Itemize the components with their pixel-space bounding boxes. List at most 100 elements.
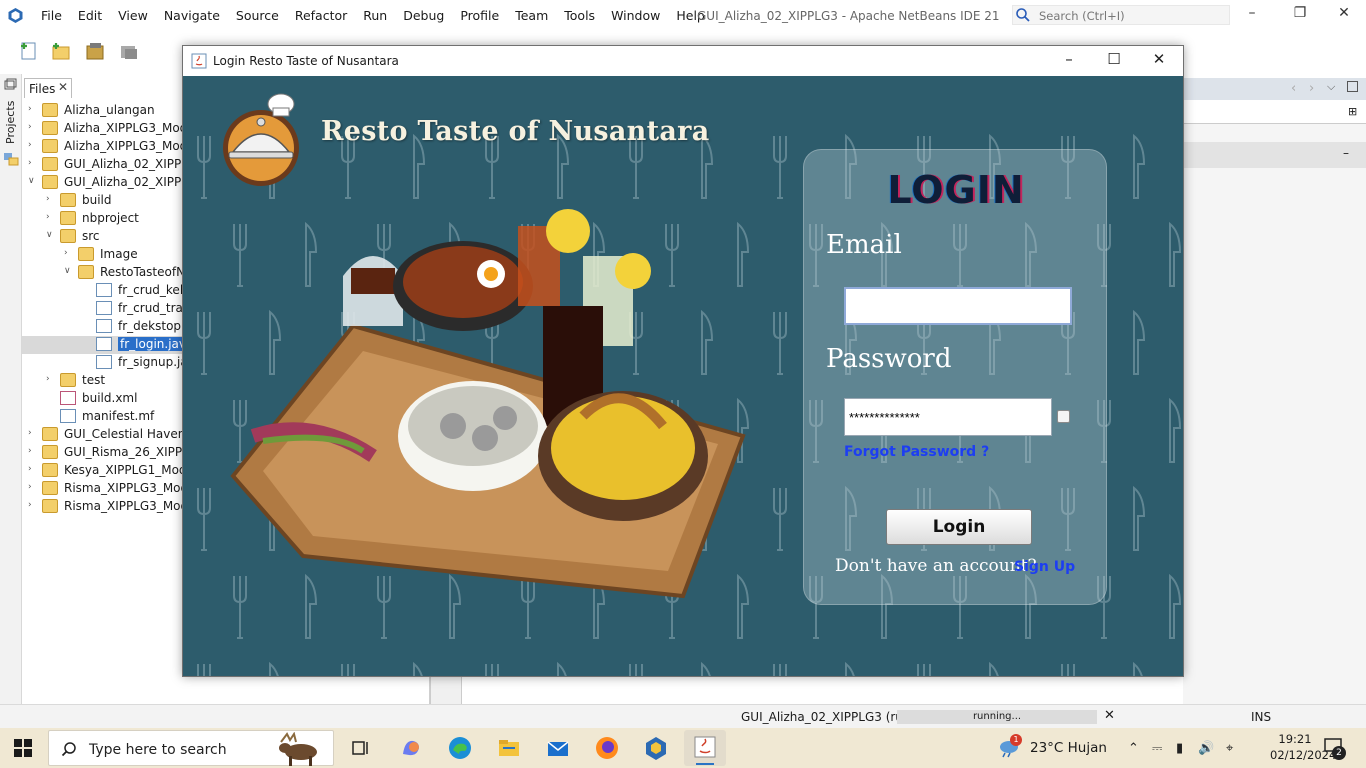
password-field[interactable]: [844, 398, 1052, 436]
chevron-right-icon[interactable]: ›: [46, 194, 50, 204]
projects-side-tab[interactable]: Projects: [4, 101, 17, 144]
java-app-icon: [191, 53, 207, 69]
chevron-right-icon[interactable]: ›: [28, 158, 32, 168]
mail-icon[interactable]: [544, 734, 572, 762]
java-app-taskbar-button[interactable]: [684, 730, 726, 766]
login-button[interactable]: Login: [886, 509, 1032, 545]
files-tab[interactable]: Files ✕: [24, 78, 72, 98]
search-icon: [1016, 8, 1030, 22]
show-password-checkbox[interactable]: [1057, 410, 1070, 423]
new-file-icon[interactable]: [18, 40, 40, 62]
open-project-icon[interactable]: [84, 40, 106, 62]
folder-icon: [42, 427, 58, 441]
chevron-right-icon[interactable]: ›: [28, 104, 32, 114]
knife-pattern-icon: [1169, 573, 1182, 639]
menu-refactor[interactable]: Refactor: [287, 8, 355, 23]
maximize-icon[interactable]: ☐: [1092, 50, 1136, 72]
fork-pattern-icon: [197, 488, 211, 551]
chevron-right-icon[interactable]: ›: [28, 482, 32, 492]
email-field[interactable]: [844, 287, 1072, 325]
password-label: Password: [826, 344, 952, 374]
edge-browser-icon[interactable]: [446, 734, 474, 762]
battery-icon[interactable]: ▮: [1176, 741, 1183, 756]
file-explorer-icon[interactable]: [495, 734, 523, 762]
chevron-right-icon[interactable]: ›: [28, 428, 32, 438]
menu-profile[interactable]: Profile: [452, 8, 507, 23]
run-task-label: GUI_Alizha_02_XIPPLG3 (run): [741, 710, 916, 724]
chevron-right-icon[interactable]: ›: [46, 212, 50, 222]
menu-file[interactable]: File: [33, 8, 70, 23]
copilot-icon[interactable]: [397, 734, 425, 762]
chevron-right-icon[interactable]: ›: [28, 122, 32, 132]
split-icon[interactable]: ⊞: [1348, 105, 1357, 118]
windows-start-icon[interactable]: [14, 739, 32, 757]
ide-search-box[interactable]: Search (Ctrl+I): [1012, 5, 1230, 25]
chevron-right-icon[interactable]: ›: [28, 446, 32, 456]
menu-source[interactable]: Source: [228, 8, 287, 23]
ide-statusbar: GUI_Alizha_02_XIPPLG3 (run) running... ✕…: [0, 704, 1366, 728]
output-header: –: [1183, 142, 1366, 168]
fork-pattern-icon: [197, 664, 211, 676]
clock[interactable]: 19:21 02/12/2024: [1270, 731, 1336, 763]
chevron-up-icon[interactable]: ⌃: [1128, 741, 1139, 756]
netbeans-taskbar-icon[interactable]: [642, 734, 670, 762]
weather-text[interactable]: 23°C Hujan: [1030, 740, 1107, 756]
menu-view[interactable]: View: [110, 8, 156, 23]
minimize-icon[interactable]: –: [1238, 5, 1266, 25]
task-view-icon[interactable]: [346, 734, 374, 762]
menu-edit[interactable]: Edit: [70, 8, 110, 23]
network-icon[interactable]: ⌖: [1226, 741, 1233, 756]
scroll-right-icon[interactable]: ›: [1309, 81, 1314, 96]
maximize-icon[interactable]: [1347, 81, 1358, 92]
restore-window-group-icon[interactable]: [4, 78, 17, 90]
notification-icon[interactable]: 2: [1324, 738, 1346, 760]
chevron-right-icon[interactable]: ›: [28, 464, 32, 474]
chevron-right-icon[interactable]: ›: [28, 500, 32, 510]
close-tab-icon[interactable]: ✕: [58, 80, 68, 94]
ide-window-title: GUI_Alizha_02_XIPPLG3 - Apache NetBeans …: [697, 9, 1000, 23]
menu-team[interactable]: Team: [507, 8, 556, 23]
volume-icon[interactable]: 🔊: [1198, 741, 1214, 756]
chevron-down-icon[interactable]: ∨: [64, 266, 71, 276]
menu-tools[interactable]: Tools: [556, 8, 603, 23]
close-icon[interactable]: ✕: [1137, 50, 1181, 72]
login-card: LOGIN Email Password Forgot Password ? L…: [803, 149, 1107, 605]
cancel-task-icon[interactable]: ✕: [1104, 708, 1115, 723]
services-icon[interactable]: [3, 152, 19, 166]
chevron-right-icon[interactable]: ›: [64, 248, 68, 258]
tree-item-label: RestoTasteofNu: [100, 265, 193, 279]
brand-name: Resto Taste of Nusantara: [321, 116, 710, 147]
restore-icon[interactable]: ❐: [1286, 5, 1314, 25]
device-icon[interactable]: ⎓: [1152, 741, 1162, 756]
chevron-down-icon[interactable]: ∨: [28, 176, 35, 186]
tree-item-label: Risma_XIPPLG3_Modu: [64, 481, 196, 495]
new-project-icon[interactable]: [50, 40, 72, 62]
forgot-password-link[interactable]: Forgot Password ?: [844, 444, 989, 460]
menu-window[interactable]: Window: [603, 8, 668, 23]
close-project-icon[interactable]: [118, 40, 140, 62]
menu-debug[interactable]: Debug: [395, 8, 452, 23]
weather-badge: 1: [1010, 734, 1022, 746]
tree-item-label: test: [82, 373, 106, 387]
firefox-icon[interactable]: [593, 734, 621, 762]
menu-navigate[interactable]: Navigate: [156, 8, 228, 23]
chevron-down-icon[interactable]: ⌵: [1327, 80, 1335, 94]
minimize-panel-icon[interactable]: –: [1343, 146, 1349, 160]
menu-run[interactable]: Run: [355, 8, 395, 23]
taskbar-search-box[interactable]: Type here to search: [48, 730, 334, 766]
chevron-down-icon[interactable]: ∨: [46, 230, 53, 240]
fork-pattern-icon: [485, 664, 499, 676]
fork-pattern-icon: [341, 664, 355, 676]
close-icon[interactable]: ✕: [1330, 5, 1358, 25]
tree-item-label: Image: [100, 247, 138, 261]
tree-item-label: build: [82, 193, 112, 207]
insert-mode-indicator: INS: [1251, 710, 1272, 724]
chevron-right-icon[interactable]: ›: [28, 140, 32, 150]
no-account-text: Don't have an account?: [835, 556, 1037, 576]
file-icon: [96, 355, 112, 369]
chevron-right-icon[interactable]: ›: [46, 374, 50, 384]
scroll-left-icon[interactable]: ‹: [1291, 81, 1296, 96]
sign-up-link[interactable]: Sign Up: [1014, 559, 1075, 575]
knife-pattern-icon: [269, 661, 279, 676]
minimize-icon[interactable]: –: [1047, 50, 1091, 72]
